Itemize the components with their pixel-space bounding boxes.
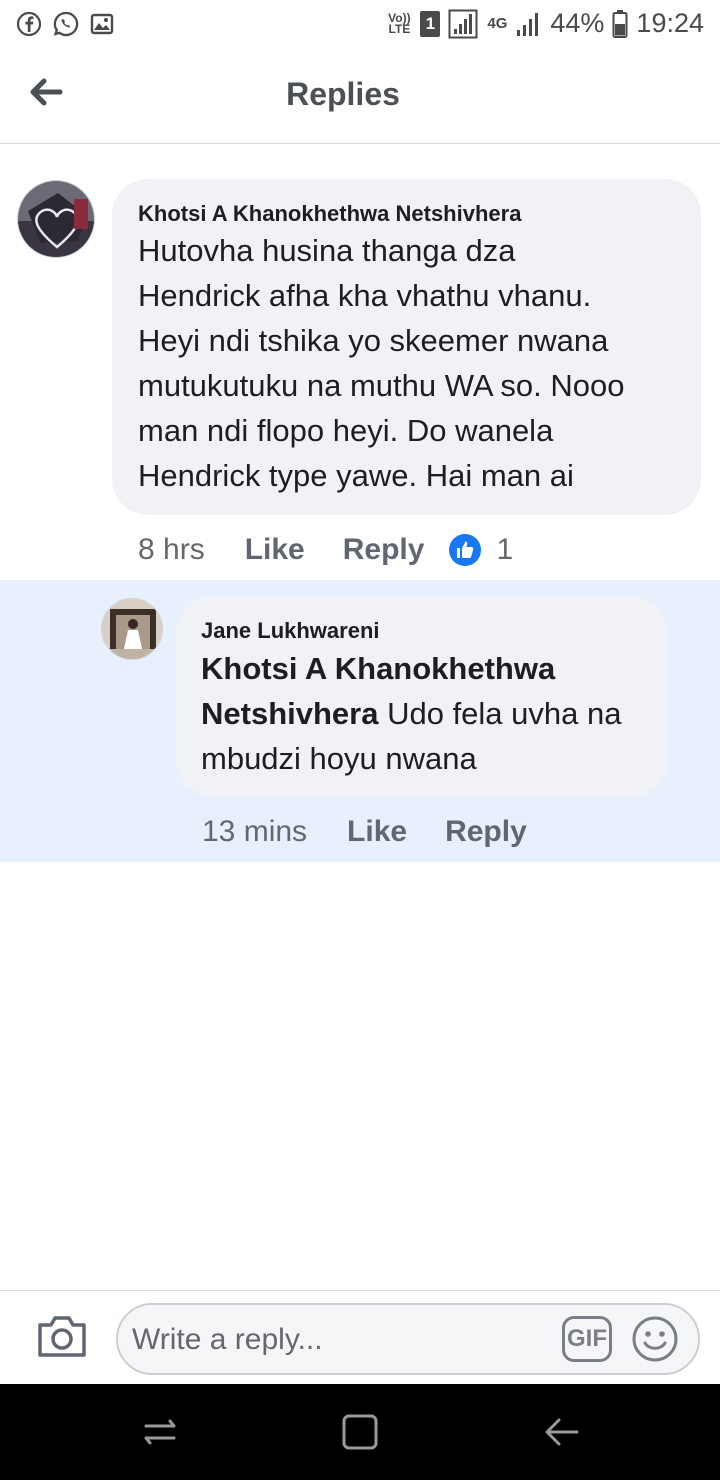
comment-line: man ndi flopo heyi. Do wanela [138, 413, 554, 448]
battery-icon [612, 9, 628, 38]
comment-actions: 8 hrs Like Reply 1 [138, 530, 513, 570]
like-button[interactable]: Like [245, 533, 305, 567]
whatsapp-notification-icon [53, 11, 79, 37]
comment-line: Heyi ndi tshika yo skeemer nwana [138, 323, 609, 358]
status-bar: Vo)) LTE 1 4G 44% 19:24 [0, 0, 720, 48]
reply-avatar[interactable] [101, 598, 163, 660]
reply-text: Khotsi A Khanokhethwa Netshivhera Udo fe… [201, 646, 661, 781]
reaction-count: 1 [496, 533, 514, 566]
reply-button[interactable]: Reply [343, 533, 425, 567]
comment-line: Hutovha husina thanga dza [138, 233, 516, 268]
comment-line: Hendrick afha kha vhathu vhanu. [138, 278, 592, 313]
back-nav-icon[interactable] [542, 1412, 582, 1452]
comment-line: Hendrick type yawe. Hai man ai [138, 458, 574, 493]
camera-icon[interactable] [36, 1313, 88, 1359]
avatar[interactable] [17, 180, 95, 258]
clock: 19:24 [636, 8, 704, 38]
volte-indicator: Vo)) LTE [388, 10, 411, 36]
emoji-icon[interactable] [630, 1314, 680, 1364]
reply-input[interactable]: Write a reply... GIF [116, 1303, 700, 1375]
reply-input-placeholder: Write a reply... [132, 1323, 323, 1356]
notification-icons [16, 10, 114, 38]
home-icon[interactable] [340, 1412, 380, 1452]
battery-percent: 44% [550, 8, 605, 38]
reply-author[interactable]: Jane Lukhwareni [201, 618, 380, 644]
facebook-notification-icon [16, 11, 42, 37]
header: Replies [0, 48, 720, 144]
mention-link-continued[interactable]: Netshivhera [201, 696, 378, 731]
replies-screen: Vo)) LTE 1 4G 44% 19:24 Replies Khotsi A… [0, 0, 720, 1480]
comment-bubble[interactable]: Khotsi A Khanokhethwa Netshivhera Hutovh… [112, 179, 701, 515]
reply-line-text: Udo fela uvha na [378, 696, 622, 731]
page-title: Replies [286, 76, 400, 112]
reply-line: Netshivhera Udo fela uvha na [201, 691, 661, 736]
highlighted-reply: Jane Lukhwareni Khotsi A Khanokhethwa Ne… [0, 580, 720, 862]
avatar-photo [18, 181, 94, 257]
reply-time: 13 mins [202, 815, 308, 848]
reply-composer: Write a reply... GIF [0, 1290, 720, 1384]
reply-avatar-photo [102, 599, 162, 659]
reply-button[interactable]: Reply [445, 815, 527, 849]
signal-icon-sim1 [448, 9, 478, 38]
network-type: 4G [487, 15, 508, 32]
gallery-notification-icon [90, 13, 114, 35]
like-reaction-icon[interactable] [448, 533, 482, 567]
mention-link[interactable]: Khotsi A Khanokhethwa [201, 646, 661, 691]
gif-label: GIF [567, 1325, 607, 1352]
system-navigation-bar [0, 1384, 720, 1480]
reply-actions: 13 mins Like Reply [202, 812, 527, 852]
comment-author[interactable]: Khotsi A Khanokhethwa Netshivhera [138, 201, 521, 227]
sim-indicator: 1 [420, 10, 441, 37]
system-status: Vo)) LTE 1 4G 44% 19:24 [386, 8, 704, 39]
like-button[interactable]: Like [347, 815, 407, 849]
reply-line: mbudzi hoyu nwana [201, 741, 477, 776]
comment-line: mutukutuku na muthu WA so. Nooo [138, 368, 625, 403]
comment-time: 8 hrs [138, 533, 205, 566]
reply-bubble[interactable]: Jane Lukhwareni Khotsi A Khanokhethwa Ne… [176, 597, 668, 796]
comment-text: Hutovha husina thanga dza Hendrick afha … [138, 228, 698, 498]
gif-button[interactable]: GIF [562, 1316, 612, 1362]
signal-icon-sim2 [517, 12, 539, 36]
recent-apps-icon[interactable] [140, 1412, 180, 1452]
